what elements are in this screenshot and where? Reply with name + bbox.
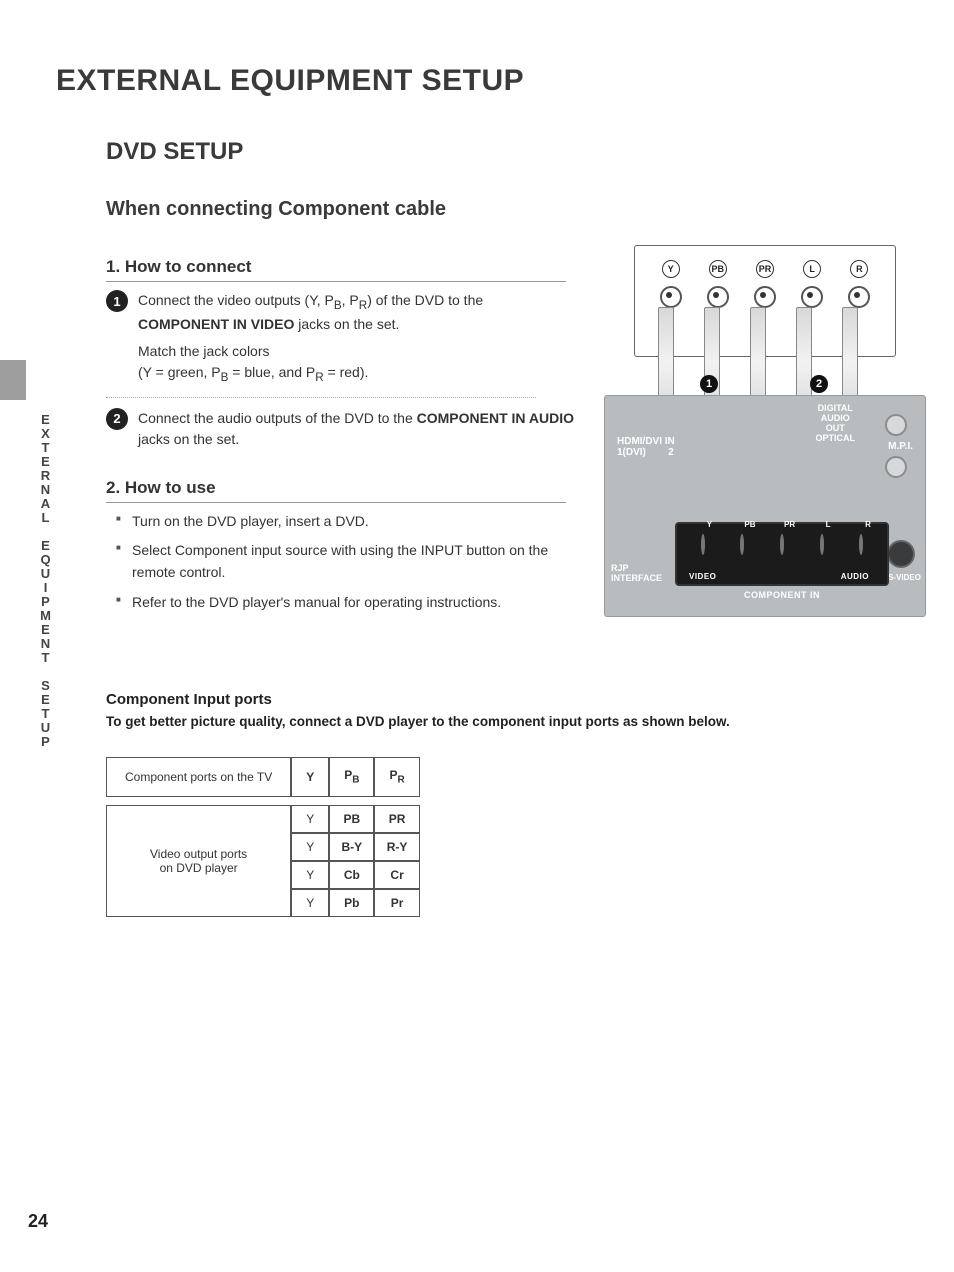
svideo-label: S-VIDEO <box>888 573 921 582</box>
tv-ports-label: Component ports on the TV <box>106 757 291 796</box>
component-in-label: COMPONENT IN <box>677 590 887 600</box>
page: EXTERNAL EQUIPMENT SETUP 24 EXTERNAL EQU… <box>0 0 954 1272</box>
digital-audio-label: DIGITAL AUDIO OUT OPTICAL <box>816 404 856 444</box>
ports-description: To get better picture quality, connect a… <box>106 714 898 729</box>
dvd-jack-labels: Y PB PR L R <box>647 260 883 278</box>
jack-icon <box>754 286 776 308</box>
jack-label-l: L <box>803 260 821 278</box>
step-2: 2 Connect the audio outputs of the DVD t… <box>106 408 576 450</box>
port-icon <box>885 414 907 436</box>
how-to-connect-heading: 1. How to connect <box>106 257 566 282</box>
jack-icon <box>848 286 870 308</box>
instructions-column: 1. How to connect 1 Connect the video ou… <box>56 245 576 621</box>
hdmi-label: HDMI/DVI IN 1(DVI) 2 <box>617 436 675 458</box>
rjp-label: RJP INTERFACE <box>611 564 662 584</box>
section-title: DVD SETUP <box>106 138 898 166</box>
use-item-1: Turn on the DVD player, insert a DVD. <box>116 511 576 533</box>
step-2-text: Connect the audio outputs of the DVD to … <box>138 408 576 450</box>
col-pr: PR <box>374 757 419 796</box>
dotted-separator <box>106 397 536 398</box>
cable-marker-2-icon: 2 <box>810 375 828 393</box>
port-icon <box>885 456 907 478</box>
audio-bracket-label: AUDIO <box>841 572 869 581</box>
how-to-use-heading: 2. How to use <box>106 478 566 503</box>
bullet-1-icon: 1 <box>106 290 128 312</box>
jack-label-y: Y <box>662 260 680 278</box>
jack-icon <box>660 286 682 308</box>
col-y: Y <box>291 757 329 796</box>
bullet-2-icon: 2 <box>106 408 128 430</box>
connection-diagram: Y PB PR L R <box>604 245 924 615</box>
step-1-text: Connect the video outputs (Y, PB, PR) of… <box>138 290 576 387</box>
subsection-title: When connecting Component cable <box>106 198 898 221</box>
component-jack-icon <box>820 534 824 555</box>
tv-back-panel: HDMI/DVI IN 1(DVI) 2 DIGITAL AUDIO OUT O… <box>604 395 926 617</box>
component-ports-section: Component Input ports To get better pict… <box>56 691 898 916</box>
mpi-label: M.P.I. <box>888 441 913 452</box>
table-row: Video output portson DVD player Y PB PR <box>106 805 420 833</box>
step-1: 1 Connect the video outputs (Y, PB, PR) … <box>106 290 576 387</box>
page-title: EXTERNAL EQUIPMENT SETUP <box>56 64 898 98</box>
side-section-label: EXTERNAL EQUIPMENT SETUP <box>38 412 53 748</box>
use-item-2: Select Component input source with using… <box>116 540 576 583</box>
use-item-3: Refer to the DVD player's manual for ope… <box>116 592 576 614</box>
page-number: 24 <box>28 1211 48 1232</box>
dvd-jacks <box>647 286 883 308</box>
component-in-panel: Y PB PR L R VIDEO AUDIO COMPONENT IN <box>675 522 889 586</box>
jack-icon <box>801 286 823 308</box>
component-jack-icon <box>740 534 744 555</box>
diagram-column: Y PB PR L R <box>604 245 934 615</box>
jack-label-pb: PB <box>709 260 727 278</box>
component-jack-icon <box>780 534 784 555</box>
ports-heading: Component Input ports <box>106 691 898 708</box>
two-column-layout: 1. How to connect 1 Connect the video ou… <box>56 245 898 621</box>
side-tab-marker <box>0 360 26 400</box>
dvd-ports-label: Video output portson DVD player <box>106 805 291 917</box>
col-pb: PB <box>329 757 374 796</box>
svideo-jack-icon <box>887 540 915 568</box>
component-jack-icon <box>859 534 863 555</box>
video-bracket-label: VIDEO <box>689 572 716 581</box>
table-row: Component ports on the TV Y PB PR <box>106 757 420 796</box>
component-jack-icon <box>701 534 705 555</box>
ports-table: Component ports on the TV Y PB PR Video … <box>106 757 420 916</box>
component-jacks: Y PB PR L R <box>677 524 887 566</box>
cable-marker-1-icon: 1 <box>700 375 718 393</box>
jack-label-r: R <box>850 260 868 278</box>
jack-icon <box>707 286 729 308</box>
jack-label-pr: PR <box>756 260 774 278</box>
how-to-use-list: Turn on the DVD player, insert a DVD. Se… <box>106 511 576 614</box>
